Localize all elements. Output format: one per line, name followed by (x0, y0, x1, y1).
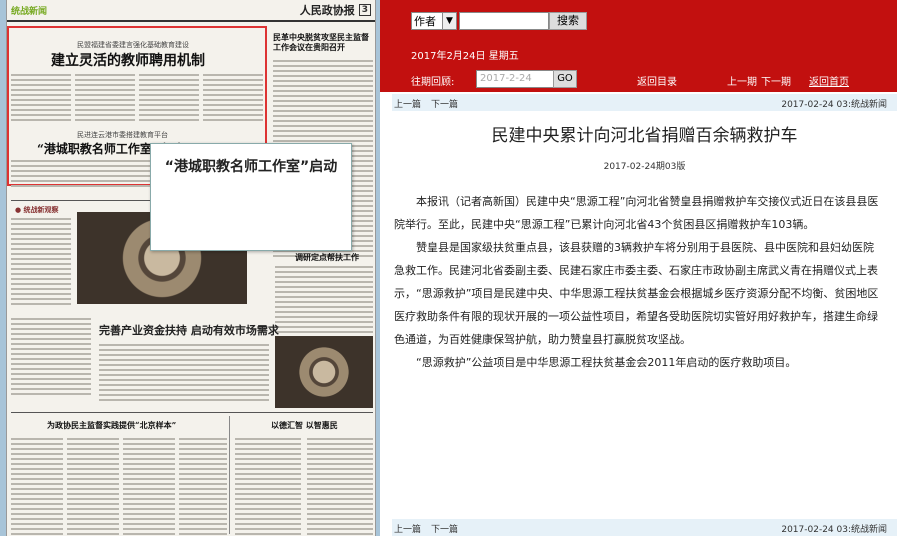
paper-text-column (11, 160, 151, 190)
masthead-section: 统战新闻 (11, 6, 48, 17)
newspaper-panel: 统战新闻 人民政协报 3 民盟福建省委建言强化基础教育建设 建立灵活的教师聘用机… (0, 0, 380, 536)
reader-panel: 作者 ▼ 搜索 2017年2月24日 星期五 往期回顾: 2017-2-24 G… (380, 0, 897, 536)
issue-navigation: 往期回顾: 2017-2-24 GO 返回目录 上一期 下一期 返回首页 (411, 70, 897, 90)
paper-headline-5[interactable]: 为政协民主监督实践提供“北京样本” (47, 420, 176, 431)
paper-rule (229, 416, 230, 534)
paper-text-column (307, 438, 373, 536)
paper-headline-3[interactable]: 调研定点帮扶工作 (295, 252, 359, 263)
previous-article-link[interactable]: 上一篇 (394, 97, 421, 110)
paper-headline-6[interactable]: 以德汇智 以智惠民 (271, 420, 338, 431)
paper-text-column (123, 438, 175, 536)
chevron-down-icon[interactable]: ▼ (442, 13, 456, 29)
search-row: 作者 ▼ 搜索 (411, 12, 587, 30)
paper-text-column (75, 74, 135, 124)
search-input[interactable] (459, 12, 549, 30)
page: 统战新闻 人民政协报 3 民盟福建省委建言强化基础教育建设 建立灵活的教师聘用机… (0, 0, 897, 536)
go-button[interactable]: GO (553, 70, 577, 88)
previous-article-link[interactable]: 上一篇 (394, 522, 421, 535)
paper-text-column (11, 218, 71, 308)
article-nav-bottom: 上一篇 下一篇 2017-02-24 03:统战新闻 (392, 519, 897, 536)
article-tooltip-popup[interactable]: “港城职教名师工作室”启动 (150, 143, 352, 251)
article-paragraph: 本报讯（记者高新国）民建中央“思源工程”向河北省赞皇县捐赠救护车交接仪式近日在该… (394, 195, 879, 231)
paper-rule (11, 412, 373, 413)
issue-date-input[interactable]: 2017-2-24 (476, 70, 554, 88)
search-button[interactable]: 搜索 (549, 12, 587, 30)
previous-issue-link[interactable]: 上一期 (727, 73, 757, 88)
newspaper-masthead: 统战新闻 人民政协报 3 (7, 0, 375, 22)
article-meta: 2017-02-24 03:统战新闻 (781, 100, 887, 110)
paper-text-column (203, 74, 263, 124)
paper-text-column (11, 318, 91, 398)
newspaper-page-image[interactable]: 统战新闻 人民政协报 3 民盟福建省委建言强化基础教育建设 建立灵活的教师聘用机… (6, 0, 376, 536)
next-article-link[interactable]: 下一篇 (431, 97, 458, 110)
paper-kicker-1: 民盟福建省委建言强化基础教育建设 (77, 41, 189, 49)
article-title: 民建中央累计向河北省捐赠百余辆救护车 (491, 126, 798, 146)
search-field-select[interactable]: 作者 ▼ (411, 12, 457, 30)
paper-text-column (11, 74, 71, 124)
next-issue-link[interactable]: 下一期 (761, 73, 791, 88)
current-date: 2017年2月24日 星期五 (411, 51, 519, 62)
masthead-paper-name: 人民政协报 (299, 4, 355, 17)
paper-text-column (67, 438, 119, 536)
paper-text-column (139, 74, 199, 124)
paper-text-column (11, 438, 63, 536)
next-article-link[interactable]: 下一篇 (431, 522, 458, 535)
paper-text-column (275, 266, 373, 336)
search-field-value: 作者 (414, 15, 436, 28)
masthead-page-number: 3 (358, 4, 371, 16)
paper-column-header: ● 统战新观察 (15, 205, 59, 214)
header-bar: 作者 ▼ 搜索 2017年2月24日 星期五 往期回顾: 2017-2-24 G… (380, 0, 897, 92)
paper-text-column (179, 438, 227, 536)
article-paragraph: 赞皇县是国家级扶贫重点县，该县获赠的3辆救护车将分别用于县医院、县中医院和县妇幼… (394, 241, 879, 346)
paper-text-column (99, 344, 269, 404)
paper-headline-right[interactable]: 民革中央脱贫攻坚民主监督工作会议在贵阳召开 (273, 32, 373, 52)
article-nav-top: 上一篇 下一篇 2017-02-24 03:统战新闻 (392, 94, 897, 111)
article-body: 本报讯（记者高新国）民建中央“思源工程”向河北省赞皇县捐赠救护车交接仪式近日在该… (394, 190, 884, 374)
article-meta: 2017-02-24 03:统战新闻 (781, 525, 887, 535)
paper-kicker-2: 民进连云港市委搭建教育平台 (77, 131, 168, 139)
article-issue-date: 2017-02-24期03版 (603, 162, 686, 172)
return-home-link[interactable]: 返回首页 (809, 73, 849, 88)
paper-photo-cakes[interactable] (275, 336, 373, 408)
return-contents-link[interactable]: 返回目录 (637, 73, 677, 88)
paper-headline-1[interactable]: 建立灵活的教师聘用机制 (51, 50, 205, 70)
paper-text-column (235, 438, 301, 536)
paper-headline-4[interactable]: 完善产业资金扶持 启动有效市场需求 (99, 322, 279, 338)
article-paragraph: “思源救护”公益项目是中华思源工程扶贫基金会2011年启动的医疗救助项目。 (416, 356, 797, 369)
past-issues-label: 往期回顾: (411, 77, 455, 88)
